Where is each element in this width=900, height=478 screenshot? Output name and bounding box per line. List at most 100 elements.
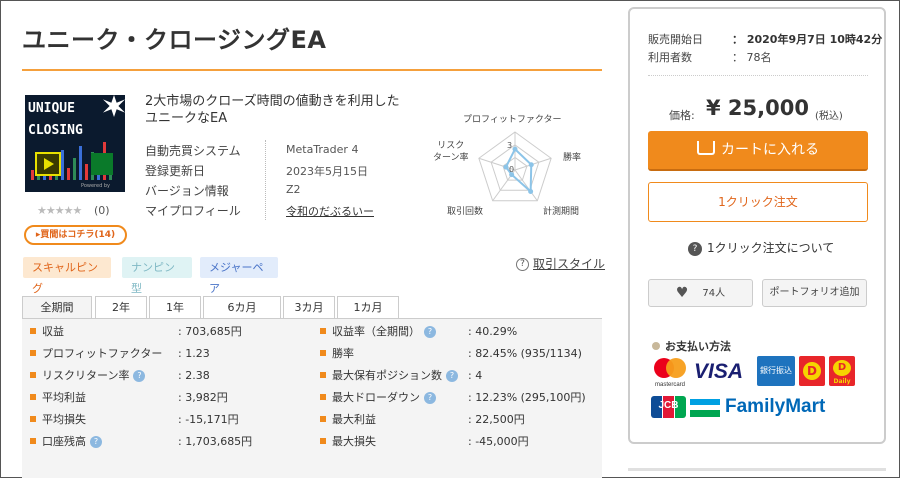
help-icon: ? xyxy=(688,241,702,256)
stat-label-text: 最大利益 xyxy=(332,413,376,426)
stat-value-stats_left-3: : 3,982円 xyxy=(178,391,228,404)
tab-all[interactable]: 全期間 xyxy=(22,296,92,319)
mastercard-text: mastercard xyxy=(655,382,685,388)
stats-panel: 収益: 703,685円 プロフィットファクター: 1.23 リスクリターン率?: … xyxy=(22,318,602,478)
info-separator xyxy=(265,140,266,220)
stat-label-stats_right-0: 収益率（全期間）? xyxy=(320,324,436,340)
trading-style-link[interactable]: ? 取引スタイル xyxy=(516,255,605,272)
mastercard-svg: mastercard xyxy=(654,358,686,388)
stat-value-stats_left-0: : 703,685円 xyxy=(178,325,242,338)
bullet-square-icon xyxy=(320,438,326,444)
stat-label-stats_right-1: 勝率 xyxy=(320,346,354,362)
stat-value-stats_right-2: : 4 xyxy=(468,369,483,382)
purchase-button[interactable]: ▸買間はコチラ(14) xyxy=(24,225,127,245)
price-value: ¥ 25,000 xyxy=(706,96,809,120)
thumb-title-line1: UNIQUE xyxy=(28,101,75,116)
stat-label-text: 最大保有ポジション数 xyxy=(332,369,442,382)
info-value-version: Z2 xyxy=(286,183,301,196)
help-icon[interactable]: ? xyxy=(424,326,436,338)
profile-link[interactable]: 令和のだぶるいー xyxy=(286,203,374,219)
bullet-square-icon xyxy=(30,350,36,356)
stat-label-stats_left-2: リスクリターン率? xyxy=(30,368,146,384)
trading-style-label: 取引スタイル xyxy=(533,257,606,271)
stat-label-stats_right-3: 最大ドローダウン? xyxy=(320,390,436,406)
stat-label-stats_right-5: 最大損失 xyxy=(320,434,376,450)
play-icon xyxy=(35,152,61,176)
stat-value-stats_left-5: : 1,703,685円 xyxy=(178,435,253,448)
stat-label-stats_left-5: 口座残高? xyxy=(30,434,102,450)
d-icon: D xyxy=(803,362,821,380)
info-label-profile: マイプロフィール xyxy=(145,204,241,218)
add-portfolio-button[interactable]: ポートフォリオ追加 xyxy=(762,279,867,307)
radar-point xyxy=(528,162,534,168)
one-click-help-link[interactable]: ? 1クリック注文について xyxy=(688,239,834,256)
fm-green-stripe xyxy=(690,410,720,417)
review-count[interactable]: (0) xyxy=(94,204,110,217)
bullet-square-icon xyxy=(30,372,36,378)
stat-label-stats_right-2: 最大保有ポジション数? xyxy=(320,368,458,384)
stat-value-stats_left-1: : 1.23 xyxy=(178,347,210,360)
radar-tick-label: 3 xyxy=(507,141,512,150)
bullet-square-icon xyxy=(320,350,326,356)
radar-label-pf: プロフィットファクター xyxy=(463,115,562,125)
jcb-logo: JCB xyxy=(651,396,686,418)
bullet-square-icon xyxy=(320,416,326,422)
tag-major-pair[interactable]: メジャーペア xyxy=(200,257,278,295)
radar-point xyxy=(503,164,509,170)
stat-label-text: 口座残高 xyxy=(42,435,86,448)
product-thumbnail[interactable]: UNIQUE CLOSING Powered by xyxy=(25,95,125,192)
help-icon[interactable]: ? xyxy=(446,370,458,382)
stat-label-text: 最大ドローダウン xyxy=(332,391,420,404)
stat-value-stats_left-4: : -15,171円 xyxy=(178,413,239,426)
payment-methods-title: お支払い方法 xyxy=(652,338,731,354)
daily-logo: D Daily xyxy=(829,356,855,386)
bank-transfer-logo: 銀行振込 xyxy=(757,356,795,386)
stat-value-stats_left-2: : 2.38 xyxy=(178,369,210,382)
info-label-system: 自動売買システム xyxy=(145,144,241,158)
stat-label-text: 最大損失 xyxy=(332,435,376,448)
tag-scalping[interactable]: スキャルピング xyxy=(23,257,111,295)
favorite-button[interactable]: ♥ 74人 xyxy=(648,279,753,307)
info-label-version: バージョン情報 xyxy=(145,184,229,198)
page-title: ユニーク・クロージングEA xyxy=(22,26,327,54)
tab-2y[interactable]: 2年 xyxy=(95,296,147,319)
stat-value-stats_right-0: : 40.29% xyxy=(468,325,518,338)
users-label: 利用者数 xyxy=(648,51,692,64)
bullet-square-icon xyxy=(30,416,36,422)
radar-tick-label: 0 xyxy=(509,165,514,174)
help-icon[interactable]: ? xyxy=(90,436,102,448)
thumb-title-line2: CLOSING xyxy=(28,123,83,138)
help-icon[interactable]: ? xyxy=(133,370,146,382)
stat-label-text: 平均損失 xyxy=(42,413,86,426)
green-marker-icon xyxy=(91,153,113,175)
question-icon: ? xyxy=(516,258,529,271)
thumb-candle xyxy=(31,170,34,180)
tag-nanpin[interactable]: ナンピン型 xyxy=(122,257,192,295)
stat-label-text: プロフィットファクター xyxy=(42,347,163,360)
mastercard-logo: mastercard xyxy=(650,356,690,388)
tab-3m[interactable]: 3カ月 xyxy=(283,296,335,319)
stat-label-text: 平均利益 xyxy=(42,391,86,404)
stat-value-stats_right-1: : 82.45% (935/1134) xyxy=(468,347,582,360)
tab-6m[interactable]: 6カ月 xyxy=(203,296,281,319)
bullet-square-icon xyxy=(30,394,36,400)
bullet-square-icon xyxy=(320,372,326,378)
stat-label-text: 収益率（全期間） xyxy=(332,325,420,338)
tab-1m[interactable]: 1カ月 xyxy=(337,296,399,319)
thumb-footer: Powered by xyxy=(81,183,110,189)
radar-point xyxy=(512,146,518,152)
performance-radar: 3 0 プロフィットファクター 勝率 計測期間 取引回数 リスク ターン率 xyxy=(415,108,605,226)
radar-label-trades: 取引回数 xyxy=(447,207,484,217)
tab-1y[interactable]: 1年 xyxy=(149,296,201,319)
help-icon[interactable]: ? xyxy=(424,392,436,404)
stat-label-stats_left-3: 平均利益 xyxy=(30,390,86,406)
add-to-cart-button[interactable]: カートに入れる xyxy=(648,131,868,171)
sale-start-value: ： 2020年9月7日 10時42分 xyxy=(732,33,883,46)
radar-point xyxy=(528,189,534,195)
sale-start-label: 販売開始日 xyxy=(648,33,703,46)
thumb-candle xyxy=(61,150,64,180)
one-click-order-button[interactable]: 1クリック注文 xyxy=(648,182,868,222)
visa-logo: VISA xyxy=(694,360,744,383)
daily-text: Daily xyxy=(833,378,851,385)
familymart-mark-icon xyxy=(690,399,720,417)
